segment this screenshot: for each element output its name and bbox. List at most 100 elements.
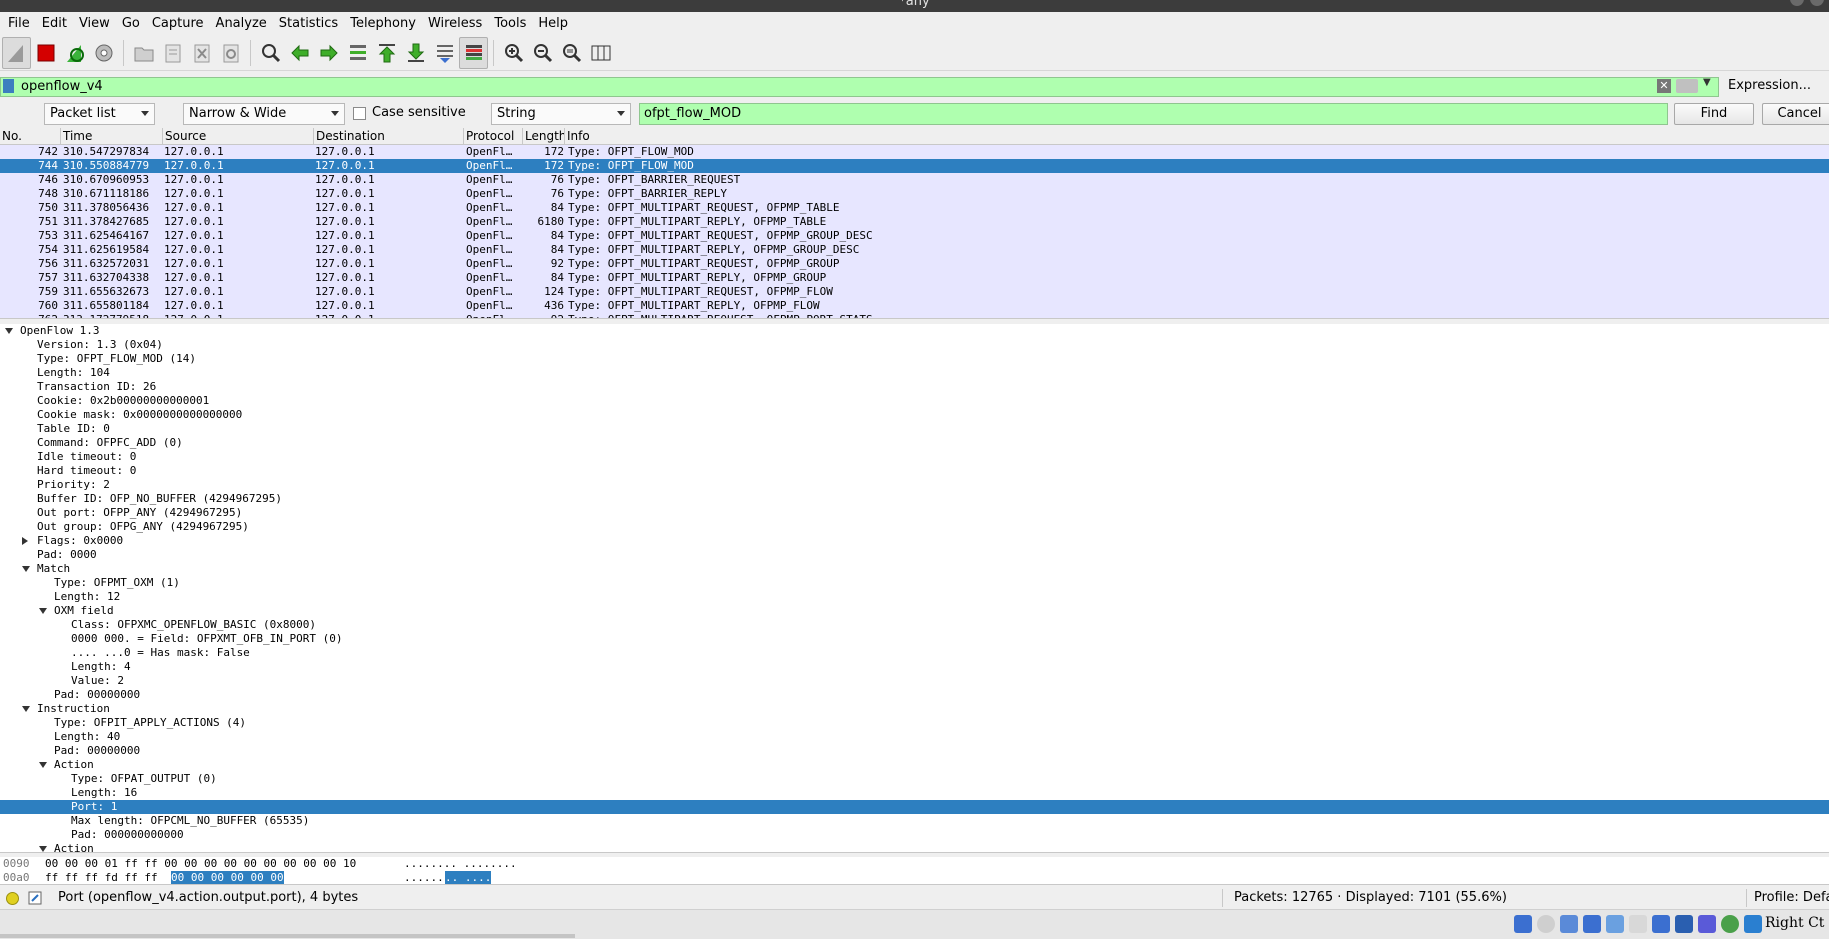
packet-row[interactable]: 744 310.550884779 127.0.0.1 127.0.0.1 OpenFl…	[0, 159, 1829, 173]
menu-statistics[interactable]: Statistics	[273, 12, 344, 35]
menu-analyze[interactable]: Analyze	[210, 12, 273, 35]
packet-details-tree[interactable]: OpenFlow 1.3 Version: 1.3 (0x04) Type: OFP…	[0, 324, 1829, 853]
packet-row[interactable]: 751 311.378427685 127.0.0.1 127.0.0.1 OpenFl…	[0, 215, 1829, 229]
detail-row[interactable]: Max length: OFPCML_NO_BUFFER (65535)	[0, 814, 1829, 828]
detail-row[interactable]: Value: 2	[0, 674, 1829, 688]
zoom-out-button[interactable]	[528, 37, 557, 69]
close-file-button[interactable]	[187, 37, 216, 69]
menu-help[interactable]: Help	[532, 12, 574, 35]
detail-row[interactable]: Buffer ID: OFP_NO_BUFFER (4294967295)	[0, 492, 1829, 506]
save-file-button[interactable]	[158, 37, 187, 69]
expanded-arrow-icon[interactable]	[39, 846, 47, 852]
detail-row[interactable]: Length: 40	[0, 730, 1829, 744]
packet-row[interactable]: 757 311.632704338 127.0.0.1 127.0.0.1 OpenFl…	[0, 271, 1829, 285]
detail-row[interactable]: Type: OFPIT_APPLY_ACTIONS (4)	[0, 716, 1829, 730]
detail-row[interactable]: Pad: 000000000000	[0, 828, 1829, 842]
expanded-arrow-icon[interactable]	[39, 762, 47, 768]
packet-list[interactable]: No. Time Source Destination Protocol Len…	[0, 128, 1829, 319]
menu-capture[interactable]: Capture	[146, 12, 210, 35]
detail-row[interactable]: Cookie mask: 0x0000000000000000	[0, 408, 1829, 422]
menu-file[interactable]: File	[2, 12, 36, 35]
packet-row[interactable]: 754 311.625619584 127.0.0.1 127.0.0.1 OpenFl…	[0, 243, 1829, 257]
display-filter-input[interactable]: openflow_v4	[0, 77, 1719, 97]
detail-row[interactable]: Match	[0, 562, 1829, 576]
expert-info-icon[interactable]	[6, 892, 19, 905]
detail-row[interactable]: Priority: 2	[0, 478, 1829, 492]
virtualization-icon[interactable]	[1698, 915, 1716, 933]
go-last-button[interactable]	[401, 37, 430, 69]
menu-view[interactable]: View	[73, 12, 116, 35]
detail-row[interactable]: 0000 000. = Field: OFPXMT_OFB_IN_PORT (0…	[0, 632, 1829, 646]
column-header-source[interactable]: Source	[163, 128, 314, 145]
packet-row[interactable]: 759 311.655632673 127.0.0.1 127.0.0.1 OpenFl…	[0, 285, 1829, 299]
open-file-button[interactable]	[129, 37, 158, 69]
detail-row[interactable]: Idle timeout: 0	[0, 450, 1829, 464]
reload-file-button[interactable]	[216, 37, 245, 69]
resize-columns-button[interactable]	[586, 37, 615, 69]
detail-row[interactable]: Flags: 0x0000	[0, 534, 1829, 548]
detail-row[interactable]: Pad: 00000000	[0, 744, 1829, 758]
column-header-length[interactable]: Length	[523, 128, 565, 145]
menu-edit[interactable]: Edit	[36, 12, 73, 35]
display-icon[interactable]	[1652, 915, 1670, 933]
expanded-arrow-icon[interactable]	[5, 328, 13, 334]
menu-go[interactable]: Go	[116, 12, 146, 35]
expression-button[interactable]: Expression...	[1728, 78, 1811, 93]
bookmark-icon[interactable]	[3, 79, 14, 93]
detail-row[interactable]: Transaction ID: 26	[0, 380, 1829, 394]
restart-capture-button[interactable]	[60, 37, 89, 69]
expanded-arrow-icon[interactable]	[39, 608, 47, 614]
filter-history-dropdown-icon[interactable]: ▼	[1703, 77, 1711, 88]
expanded-arrow-icon[interactable]	[22, 566, 30, 572]
detail-row[interactable]: Length: 16	[0, 786, 1829, 800]
find-button[interactable]: Find	[1674, 103, 1754, 125]
clear-filter-icon[interactable]: ✕	[1657, 79, 1671, 93]
horizontal-scrollbar[interactable]	[0, 934, 575, 938]
go-forward-button[interactable]	[314, 37, 343, 69]
profile-text[interactable]: Profile: Defa	[1754, 890, 1829, 905]
search-type-select[interactable]: String	[491, 103, 631, 125]
detail-row[interactable]: Port: 1	[0, 800, 1829, 814]
char-width-select[interactable]: Narrow & Wide	[183, 103, 345, 125]
menu-wireless[interactable]: Wireless	[422, 12, 488, 35]
packet-row[interactable]: 742 310.547297834 127.0.0.1 127.0.0.1 OpenFl…	[0, 145, 1829, 159]
network-icon[interactable]	[1583, 915, 1601, 933]
menu-telephony[interactable]: Telephony	[344, 12, 422, 35]
column-header-time[interactable]: Time	[61, 128, 163, 145]
detail-row[interactable]: Class: OFPXMC_OPENFLOW_BASIC (0x8000)	[0, 618, 1829, 632]
zoom-in-button[interactable]	[499, 37, 528, 69]
column-header-no[interactable]: No.	[0, 128, 61, 145]
apply-filter-arrow-icon[interactable]	[1676, 79, 1698, 93]
detail-row[interactable]: OpenFlow 1.3	[0, 324, 1829, 338]
zoom-normal-button[interactable]	[557, 37, 586, 69]
autoscroll-button[interactable]	[430, 37, 459, 69]
start-capture-button[interactable]	[2, 36, 31, 69]
search-string-input[interactable]: ofpt_flow_MOD	[639, 103, 1668, 125]
packet-row[interactable]: 756 311.632572031 127.0.0.1 127.0.0.1 OpenFl…	[0, 257, 1829, 271]
detail-row[interactable]: Cookie: 0x2b00000000000001	[0, 394, 1829, 408]
hard-disk-icon[interactable]	[1514, 915, 1532, 933]
detail-row[interactable]: Type: OFPMT_OXM (1)	[0, 576, 1829, 590]
detail-row[interactable]: OXM field	[0, 604, 1829, 618]
detail-row[interactable]: Table ID: 0	[0, 422, 1829, 436]
cancel-button[interactable]: Cancel	[1762, 103, 1829, 125]
packet-row[interactable]: 762313.172779518127.0.0.1127.0.0.1OpenFl…	[0, 313, 1829, 318]
menu-tools[interactable]: Tools	[488, 12, 532, 35]
detail-row[interactable]: Hard timeout: 0	[0, 464, 1829, 478]
case-sensitive-checkbox[interactable]	[353, 107, 366, 120]
packet-bytes-pane[interactable]: 0090 00 00 00 01 ff ff 00 00 00 00 00 00…	[0, 857, 1829, 885]
stop-capture-button[interactable]	[31, 37, 60, 69]
optical-drive-icon[interactable]	[1537, 915, 1555, 933]
find-packet-button[interactable]	[256, 37, 285, 69]
usb-icon[interactable]	[1606, 915, 1624, 933]
go-first-button[interactable]	[372, 37, 401, 69]
detail-row[interactable]: Type: OFPAT_OUTPUT (0)	[0, 772, 1829, 786]
detail-row[interactable]: Instruction	[0, 702, 1829, 716]
detail-row[interactable]: .... ...0 = Has mask: False	[0, 646, 1829, 660]
detail-row[interactable]: Out port: OFPP_ANY (4294967295)	[0, 506, 1829, 520]
column-header-info[interactable]: Info	[565, 128, 1829, 145]
detail-row[interactable]: Command: OFPFC_ADD (0)	[0, 436, 1829, 450]
detail-row[interactable]: Length: 4	[0, 660, 1829, 674]
detail-row[interactable]: Length: 104	[0, 366, 1829, 380]
detail-row[interactable]: Pad: 0000	[0, 548, 1829, 562]
